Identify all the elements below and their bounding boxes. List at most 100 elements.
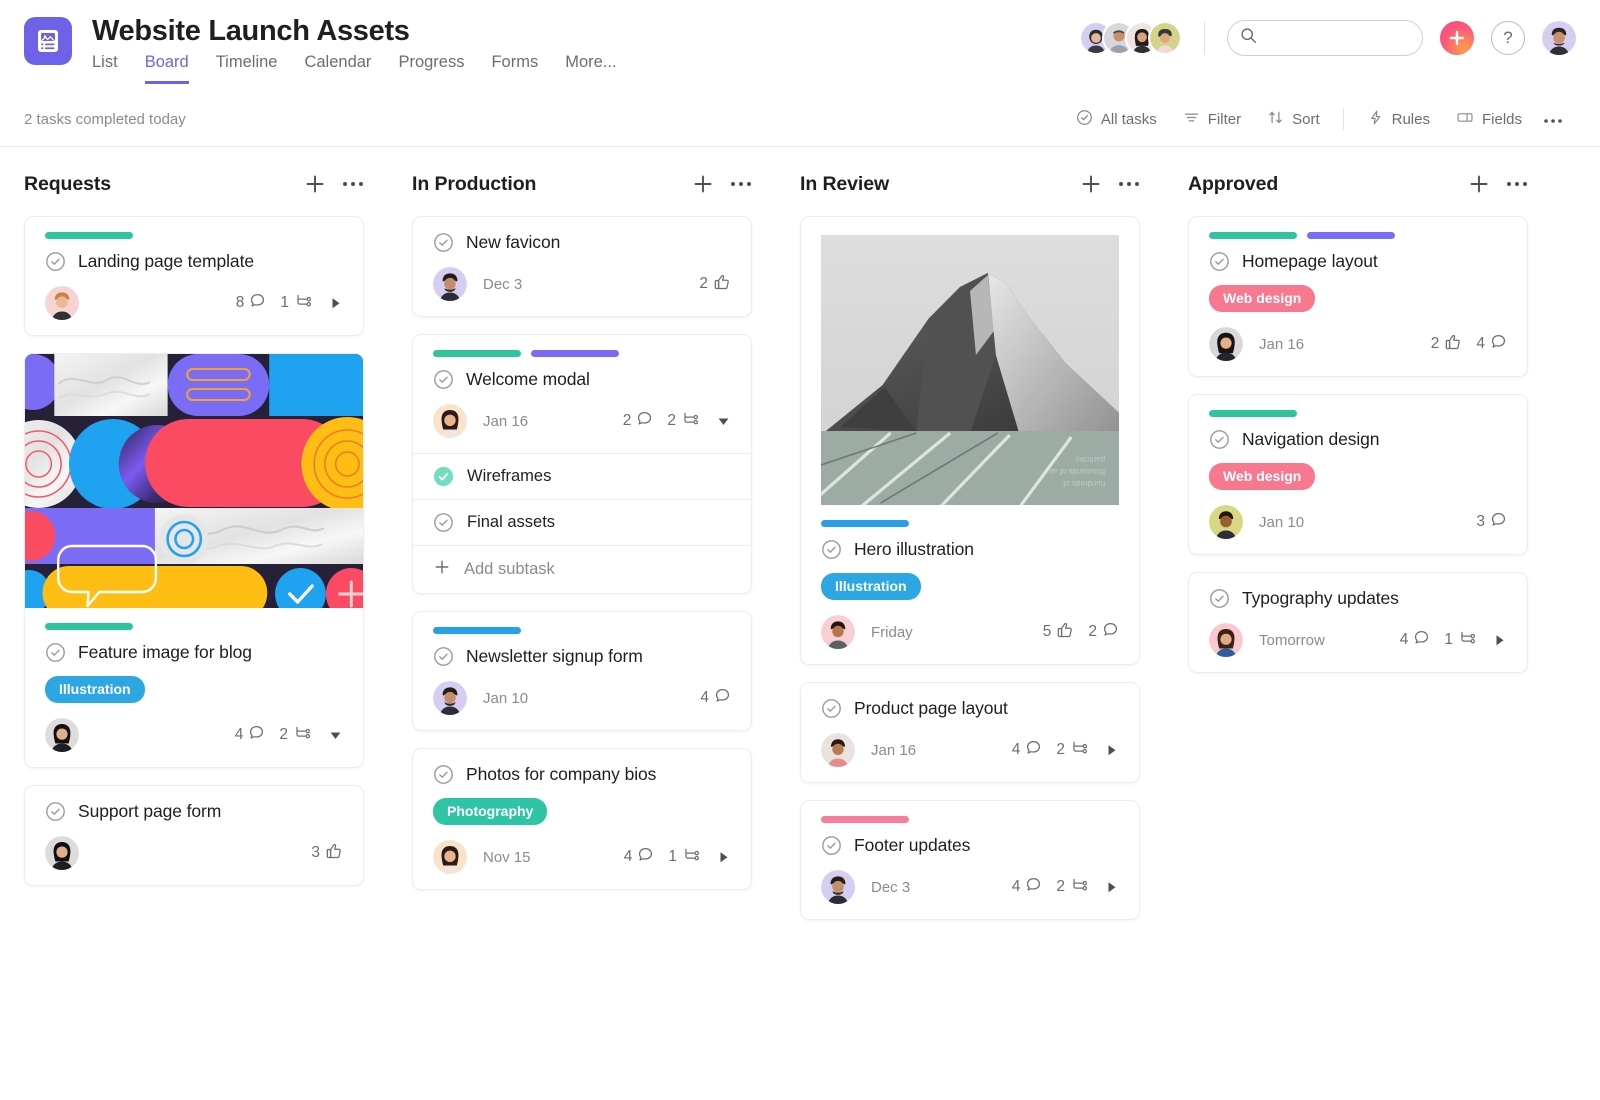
card-meta-row: Nov 1541 — [433, 839, 731, 875]
sort-button[interactable]: Sort — [1254, 103, 1333, 136]
current-user-avatar[interactable] — [1542, 21, 1576, 55]
due-date[interactable]: Dec 3 — [871, 879, 910, 896]
task-card[interactable]: New faviconDec 32 — [412, 216, 752, 317]
complete-task-icon[interactable] — [433, 369, 454, 390]
tab-forms[interactable]: Forms — [491, 53, 538, 84]
expand-subtasks-icon[interactable] — [1105, 880, 1119, 895]
collapse-subtasks-icon[interactable] — [716, 414, 731, 428]
toolbar-overflow-button[interactable] — [1535, 105, 1576, 134]
task-card[interactable]: Feature image for blogIllustration42 — [24, 353, 364, 768]
task-card[interactable]: Landing page template81 — [24, 216, 364, 336]
card-tag[interactable]: Photography — [433, 798, 547, 825]
expand-subtasks-icon[interactable] — [329, 296, 343, 311]
card-tag[interactable]: Illustration — [45, 676, 145, 703]
complete-task-icon[interactable] — [433, 764, 454, 785]
column-menu-button[interactable] — [1118, 181, 1140, 187]
assignee-avatar[interactable] — [1209, 327, 1243, 361]
help-button[interactable]: ? — [1491, 21, 1525, 55]
due-date[interactable]: Friday — [871, 624, 913, 641]
task-card[interactable]: Photos for company biosPhotographyNov 15… — [412, 748, 752, 890]
due-date[interactable]: Jan 16 — [1259, 336, 1304, 353]
assignee-avatar[interactable] — [45, 836, 79, 870]
add-task-button[interactable] — [304, 173, 326, 195]
subtask-item[interactable]: Wireframes — [413, 454, 751, 500]
filter-button[interactable]: Filter — [1170, 103, 1254, 136]
member-avatar-stack[interactable] — [1079, 21, 1182, 55]
due-date[interactable]: Jan 10 — [1259, 514, 1304, 531]
complete-task-icon[interactable] — [1209, 251, 1230, 272]
assignee-avatar[interactable] — [821, 733, 855, 767]
due-date[interactable]: Tomorrow — [1259, 632, 1325, 649]
member-avatar-4[interactable] — [1148, 21, 1182, 55]
column-menu-button[interactable] — [1506, 181, 1528, 187]
subtask-incomplete-icon[interactable] — [433, 512, 454, 533]
tab-more[interactable]: More... — [565, 53, 616, 84]
create-button[interactable] — [1440, 21, 1474, 55]
column-menu-button[interactable] — [342, 181, 364, 187]
assignee-avatar[interactable] — [1209, 623, 1243, 657]
task-card[interactable]: Welcome modalJan 1622WireframesFinal ass… — [412, 334, 752, 594]
assignee-avatar[interactable] — [1209, 505, 1243, 539]
mountain-photo-thumbnail: hundreds ofthousands of airparticles — [801, 217, 1139, 505]
task-card[interactable]: Navigation designWeb designJan 103 — [1188, 394, 1528, 555]
complete-task-icon[interactable] — [433, 646, 454, 667]
complete-task-icon[interactable] — [45, 251, 66, 272]
tab-calendar[interactable]: Calendar — [304, 53, 371, 84]
rules-label: Rules — [1392, 111, 1430, 128]
search-input[interactable] — [1265, 30, 1410, 46]
assignee-avatar[interactable] — [433, 404, 467, 438]
complete-task-icon[interactable] — [433, 232, 454, 253]
add-task-button[interactable] — [692, 173, 714, 195]
tab-timeline[interactable]: Timeline — [216, 53, 278, 84]
complete-task-icon[interactable] — [45, 642, 66, 663]
subtask-complete-icon[interactable] — [433, 466, 454, 487]
complete-task-icon[interactable] — [821, 698, 842, 719]
task-card[interactable]: Product page layoutJan 1642 — [800, 682, 1140, 783]
task-card[interactable]: Homepage layoutWeb designJan 1624 — [1188, 216, 1528, 377]
subtask-item[interactable]: Final assets — [413, 500, 751, 546]
card-title-row: Welcome modal — [433, 369, 731, 390]
assignee-avatar[interactable] — [821, 615, 855, 649]
card-tag[interactable]: Web design — [1209, 463, 1315, 490]
add-task-button[interactable] — [1080, 173, 1102, 195]
assignee-avatar[interactable] — [433, 681, 467, 715]
tab-board[interactable]: Board — [145, 53, 189, 84]
expand-subtasks-icon[interactable] — [1493, 633, 1507, 648]
task-card[interactable]: Typography updatesTomorrow41 — [1188, 572, 1528, 673]
assignee-avatar[interactable] — [821, 870, 855, 904]
tab-progress[interactable]: Progress — [398, 53, 464, 84]
expand-subtasks-icon[interactable] — [717, 850, 731, 865]
due-date[interactable]: Jan 16 — [483, 413, 528, 430]
assignee-avatar[interactable] — [433, 840, 467, 874]
assignee-avatar[interactable] — [45, 286, 79, 320]
complete-task-icon[interactable] — [821, 539, 842, 560]
column-menu-button[interactable] — [730, 181, 752, 187]
due-date[interactable]: Jan 10 — [483, 690, 528, 707]
task-card[interactable]: Footer updatesDec 342 — [800, 800, 1140, 920]
rules-button[interactable]: Rules — [1354, 103, 1443, 136]
search-box[interactable] — [1227, 20, 1423, 56]
fields-button[interactable]: Fields — [1443, 103, 1535, 136]
complete-task-icon[interactable] — [1209, 429, 1230, 450]
due-date[interactable]: Dec 3 — [483, 276, 522, 293]
due-date[interactable]: Jan 16 — [871, 742, 916, 759]
add-subtask-button[interactable]: Add subtask — [413, 546, 751, 593]
card-tag[interactable]: Illustration — [821, 573, 921, 600]
collapse-subtasks-icon[interactable] — [328, 728, 343, 742]
assignee-avatar[interactable] — [45, 718, 79, 752]
complete-task-icon[interactable] — [821, 835, 842, 856]
task-card[interactable]: Newsletter signup formJan 104 — [412, 611, 752, 731]
add-task-button[interactable] — [1468, 173, 1490, 195]
assignee-avatar[interactable] — [433, 267, 467, 301]
due-date[interactable]: Nov 15 — [483, 849, 531, 866]
complete-task-icon[interactable] — [45, 801, 66, 822]
expand-subtasks-icon[interactable] — [1105, 743, 1119, 758]
comment-count-value: 4 — [1476, 335, 1485, 353]
like-count: 2 — [1431, 333, 1463, 356]
all-tasks-filter-button[interactable]: All tasks — [1063, 103, 1170, 136]
complete-task-icon[interactable] — [1209, 588, 1230, 609]
task-card[interactable]: Support page form3 — [24, 785, 364, 886]
tab-list[interactable]: List — [92, 53, 118, 84]
task-card[interactable]: hundreds ofthousands of airparticlesHero… — [800, 216, 1140, 665]
card-tag[interactable]: Web design — [1209, 285, 1315, 312]
